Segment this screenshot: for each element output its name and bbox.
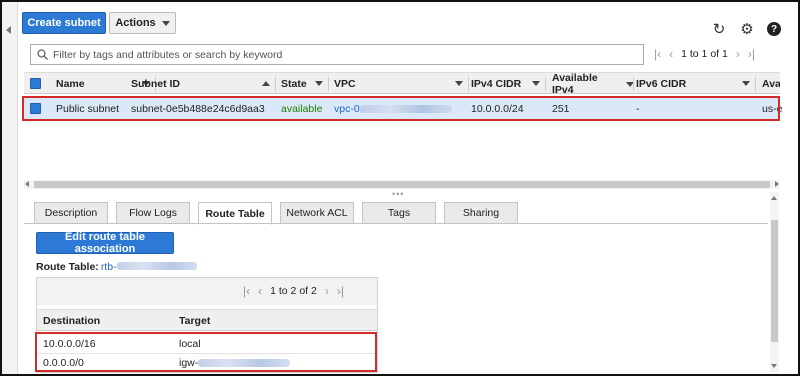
tab-sharing[interactable]: Sharing bbox=[444, 202, 518, 224]
sort-asc-icon bbox=[262, 81, 270, 86]
console-frame: Create subnet Actions ↻ ⚙ ? Filter by ta… bbox=[0, 0, 800, 376]
vertical-scrollbar[interactable] bbox=[770, 192, 779, 372]
route-table-toolbar: |‹ ‹ 1 to 2 of 2 › ›| bbox=[37, 278, 377, 305]
actions-button[interactable]: Actions bbox=[109, 12, 176, 34]
gear-icon[interactable]: ⚙ bbox=[738, 20, 756, 38]
column-available-ipv4[interactable]: Available IPv4 bbox=[552, 72, 634, 96]
scroll-left-icon[interactable] bbox=[25, 181, 29, 187]
scroll-down-icon[interactable] bbox=[771, 364, 777, 368]
route-table-link[interactable]: rtb- bbox=[101, 261, 197, 273]
filter-placeholder: Filter by tags and attributes or search … bbox=[53, 48, 283, 61]
prev-page-icon[interactable]: ‹ bbox=[669, 47, 673, 61]
pager-text: 1 to 1 of 1 bbox=[681, 48, 728, 60]
route-table-label: Route Table: rtb- bbox=[36, 261, 197, 273]
refresh-icon[interactable]: ↻ bbox=[710, 20, 728, 38]
scrollbar-thumb[interactable] bbox=[771, 220, 778, 342]
collapse-arrow-icon[interactable] bbox=[6, 26, 11, 34]
prev-page-icon[interactable]: ‹ bbox=[258, 284, 262, 298]
tab-tags[interactable]: Tags bbox=[362, 202, 436, 224]
column-state[interactable]: State bbox=[281, 73, 329, 95]
tab-description[interactable]: Description bbox=[34, 202, 108, 224]
create-subnet-button[interactable]: Create subnet bbox=[22, 12, 106, 34]
first-page-icon[interactable]: |‹ bbox=[654, 47, 661, 61]
select-all-checkbox[interactable] bbox=[30, 78, 41, 89]
column-ipv6-cidr[interactable]: IPv6 CIDR bbox=[636, 73, 756, 95]
tab-flow-logs[interactable]: Flow Logs bbox=[116, 202, 190, 224]
filter-input[interactable]: Filter by tags and attributes or search … bbox=[30, 44, 644, 65]
redacted-value bbox=[116, 262, 197, 270]
select-all-cell[interactable] bbox=[30, 73, 52, 95]
subnet-pager: |‹ ‹ 1 to 1 of 1 › ›| bbox=[654, 47, 755, 61]
route-table-header: Destination Target bbox=[37, 309, 377, 331]
column-subnet-id[interactable]: Subnet ID bbox=[131, 73, 276, 95]
column-ipv4-cidr[interactable]: IPv4 CIDR bbox=[471, 73, 546, 95]
next-page-icon[interactable]: › bbox=[736, 47, 740, 61]
column-target[interactable]: Target bbox=[179, 310, 210, 332]
edit-route-table-association-button[interactable]: Edit route table association bbox=[36, 231, 174, 255]
sort-icon bbox=[315, 81, 323, 86]
route-pager-text: 1 to 2 of 2 bbox=[270, 285, 317, 297]
scroll-up-icon[interactable] bbox=[771, 196, 777, 200]
actions-label: Actions bbox=[115, 17, 156, 29]
next-page-icon[interactable]: › bbox=[325, 284, 329, 298]
last-page-icon[interactable]: ›| bbox=[748, 47, 755, 61]
panel-resize-handle[interactable]: ••• bbox=[392, 189, 404, 199]
chevron-down-icon bbox=[161, 20, 170, 26]
tab-divider bbox=[24, 223, 768, 224]
highlight-box bbox=[22, 96, 780, 121]
first-page-icon[interactable]: |‹ bbox=[243, 284, 250, 298]
sort-icon bbox=[742, 81, 750, 86]
help-icon-button[interactable]: ? bbox=[765, 20, 783, 38]
last-page-icon[interactable]: ›| bbox=[337, 284, 344, 298]
nav-collapse-strip[interactable] bbox=[2, 2, 18, 374]
column-availability-zone[interactable]: Avai bbox=[762, 73, 780, 95]
routes-highlight-box bbox=[35, 332, 377, 372]
tab-route-table[interactable]: Route Table bbox=[198, 202, 272, 225]
horizontal-scrollbar[interactable] bbox=[24, 180, 780, 189]
tab-network-acl[interactable]: Network ACL bbox=[280, 202, 354, 224]
column-vpc[interactable]: VPC bbox=[334, 73, 469, 95]
column-destination[interactable]: Destination bbox=[43, 310, 100, 332]
search-icon bbox=[37, 49, 48, 60]
sort-icon bbox=[532, 81, 540, 86]
subnet-table-header: Name Subnet ID State VPC IPv4 CIDR Avail… bbox=[24, 72, 780, 96]
scroll-right-icon[interactable] bbox=[775, 181, 779, 187]
help-icon: ? bbox=[767, 22, 781, 36]
route-pager: |‹ ‹ 1 to 2 of 2 › ›| bbox=[243, 284, 344, 298]
sort-icon bbox=[455, 81, 463, 86]
scrollbar-thumb[interactable] bbox=[34, 181, 770, 188]
